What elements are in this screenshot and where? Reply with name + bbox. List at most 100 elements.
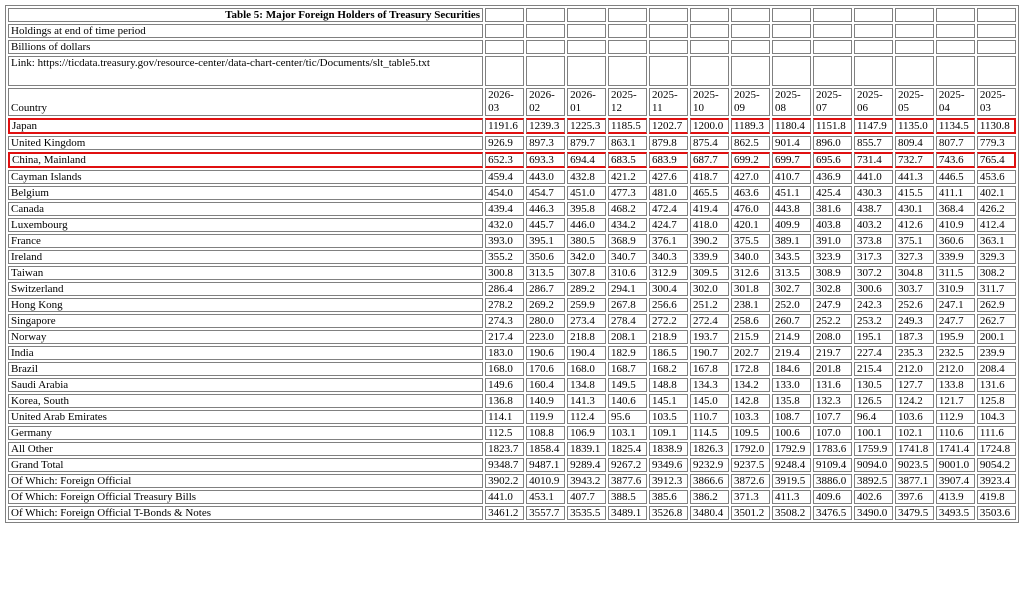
value-cell: 439.4	[485, 202, 525, 216]
period-header: 2025-04	[935, 88, 975, 116]
value-cell: 451.0	[567, 186, 607, 200]
table-row: Singapore 274.3 280.0 273.4 278.4 272.2 272.4 2…	[8, 314, 1016, 328]
value-cell: 286.4	[485, 282, 525, 296]
value-cell: 289.2	[567, 282, 607, 296]
header-row: Country 2026-03 2026-02 2026-01 2025-12 2025…	[8, 88, 1016, 116]
value-cell: 1225.3	[567, 118, 607, 134]
value-cell: 463.6	[731, 186, 770, 200]
empty-cell	[935, 24, 975, 38]
value-cell: 395.1	[526, 234, 566, 248]
value-cell: 441.0	[485, 490, 525, 504]
period-header: 2025-08	[771, 88, 811, 116]
value-cell: 141.3	[567, 394, 607, 408]
value-cell: 1147.9	[853, 118, 893, 134]
value-cell: 310.6	[608, 266, 648, 280]
empty-cell	[894, 8, 934, 22]
value-cell: 235.3	[894, 346, 934, 360]
value-cell: 201.8	[812, 362, 852, 376]
value-cell: 251.2	[690, 298, 729, 312]
value-cell: 131.6	[812, 378, 852, 392]
period-header: 2025-11	[649, 88, 689, 116]
value-cell: 446.3	[526, 202, 566, 216]
value-cell: 443.0	[526, 170, 566, 184]
value-cell: 683.9	[649, 152, 689, 168]
table-title: Table 5: Major Foreign Holders of Treasu…	[8, 8, 484, 22]
country-cell: Grand Total	[8, 458, 484, 472]
title-row: Table 5: Major Foreign Holders of Treasu…	[8, 8, 1016, 22]
country-cell: Brazil	[8, 362, 484, 376]
value-cell: 1180.4	[771, 118, 811, 134]
value-cell: 9237.5	[731, 458, 770, 472]
value-cell: 430.3	[853, 186, 893, 200]
value-cell: 1239.3	[526, 118, 566, 134]
value-cell: 310.9	[935, 282, 975, 296]
period-header: 2026-02	[526, 88, 566, 116]
value-cell: 317.3	[853, 250, 893, 264]
value-cell: 311.5	[935, 266, 975, 280]
value-cell: 170.6	[526, 362, 566, 376]
value-cell: 9289.4	[567, 458, 607, 472]
table-row: Hong Kong 278.2 269.2 259.9 267.8 256.6 251.2 2…	[8, 298, 1016, 312]
empty-cell	[731, 40, 770, 54]
value-cell: 879.7	[567, 136, 607, 150]
empty-cell	[526, 8, 566, 22]
value-cell: 103.1	[608, 426, 648, 440]
value-cell: 699.2	[731, 152, 770, 168]
value-cell: 376.1	[649, 234, 689, 248]
value-cell: 1759.9	[853, 442, 893, 456]
value-cell: 395.8	[567, 202, 607, 216]
value-cell: 3501.2	[731, 506, 770, 520]
value-cell: 807.7	[935, 136, 975, 150]
value-cell: 385.6	[649, 490, 689, 504]
value-cell: 272.4	[690, 314, 729, 328]
value-cell: 260.7	[771, 314, 811, 328]
table-row: Norway 217.4 223.0 218.8 208.1 218.9 193.7 215.…	[8, 330, 1016, 344]
value-cell: 371.3	[731, 490, 770, 504]
value-cell: 239.9	[976, 346, 1016, 360]
value-cell: 184.6	[771, 362, 811, 376]
value-cell: 421.2	[608, 170, 648, 184]
value-cell: 307.2	[853, 266, 893, 280]
table-row: Taiwan 300.8 313.5 307.8 310.6 312.9 309.5 312.…	[8, 266, 1016, 280]
value-cell: 3907.4	[935, 474, 975, 488]
value-cell: 779.3	[976, 136, 1016, 150]
value-cell: 168.7	[608, 362, 648, 376]
empty-cell	[894, 56, 934, 86]
value-cell: 1741.8	[894, 442, 934, 456]
value-cell: 342.0	[567, 250, 607, 264]
value-cell: 103.6	[894, 410, 934, 424]
value-cell: 363.1	[976, 234, 1016, 248]
value-cell: 168.0	[567, 362, 607, 376]
value-cell: 652.3	[485, 152, 525, 168]
value-cell: 418.7	[690, 170, 729, 184]
value-cell: 215.9	[731, 330, 770, 344]
value-cell: 410.9	[935, 218, 975, 232]
value-cell: 1792.9	[771, 442, 811, 456]
value-cell: 301.8	[731, 282, 770, 296]
value-cell: 3479.5	[894, 506, 934, 520]
value-cell: 391.0	[812, 234, 852, 248]
value-cell: 863.1	[608, 136, 648, 150]
value-cell: 419.4	[690, 202, 729, 216]
value-cell: 4010.9	[526, 474, 566, 488]
value-cell: 208.1	[608, 330, 648, 344]
value-cell: 109.1	[649, 426, 689, 440]
link-row: Link: https://ticdata.treasury.gov/resou…	[8, 56, 1016, 86]
value-cell: 343.5	[771, 250, 811, 264]
country-column-header: Country	[8, 88, 484, 116]
value-cell: 167.8	[690, 362, 729, 376]
subtitle-holdings: Holdings at end of time period	[8, 24, 484, 38]
value-cell: 303.7	[894, 282, 934, 296]
value-cell: 131.6	[976, 378, 1016, 392]
empty-cell	[526, 40, 566, 54]
value-cell: 1724.8	[976, 442, 1016, 456]
country-cell: Switzerland	[8, 282, 484, 296]
value-cell: 434.2	[608, 218, 648, 232]
empty-cell	[731, 24, 770, 38]
value-cell: 411.3	[771, 490, 811, 504]
value-cell: 329.3	[976, 250, 1016, 264]
value-cell: 1130.8	[976, 118, 1016, 134]
table-row: Germany 112.5 108.8 106.9 103.1 109.1 114.5 109…	[8, 426, 1016, 440]
value-cell: 252.6	[894, 298, 934, 312]
value-cell: 355.2	[485, 250, 525, 264]
